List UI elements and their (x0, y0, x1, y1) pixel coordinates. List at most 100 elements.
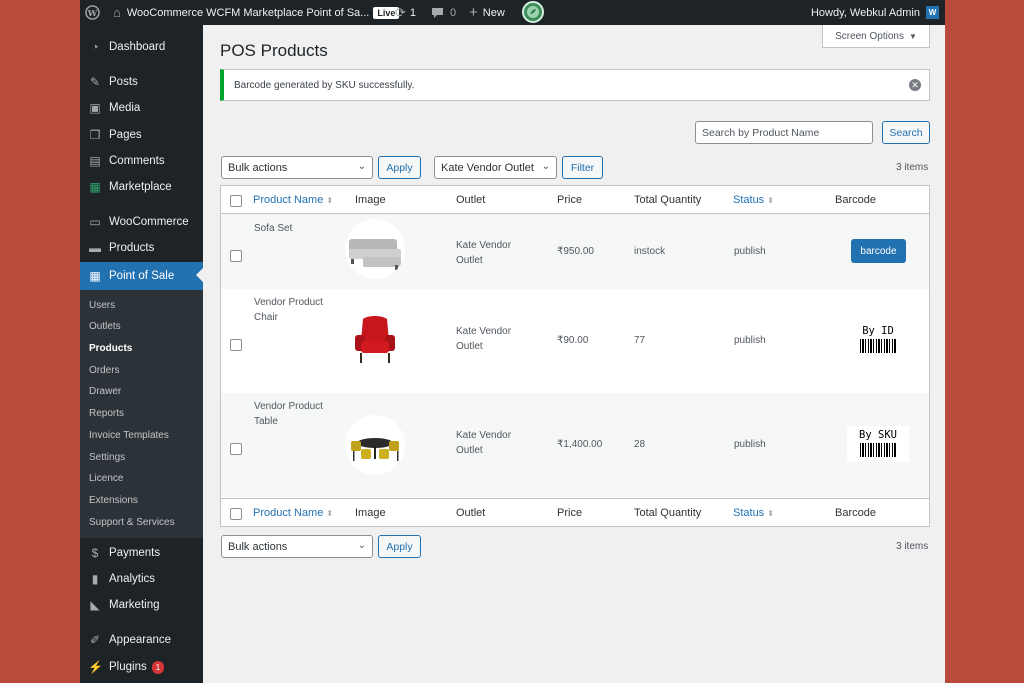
admin-sidebar: ◔ Dashboard ✎ Posts ▣ Media ❐ Pages ▤ Comment… (80, 25, 203, 683)
menu-analytics[interactable]: ▮ Analytics (80, 566, 203, 592)
pin-icon: ✎ (89, 75, 101, 89)
row-checkbox[interactable] (230, 250, 242, 262)
bulk-actions-select[interactable]: Bulk actions ⌄ (221, 156, 373, 179)
column-price: Price (557, 194, 583, 206)
outlet-name: Kate Vendor Outlet (456, 326, 512, 352)
product-price: ₹950.00 (557, 246, 594, 257)
product-status: publish (734, 335, 766, 346)
menu-marketplace[interactable]: ▦ Marketplace (80, 174, 203, 200)
menu-label: Payments (109, 547, 161, 559)
product-price: ₹90.00 (557, 335, 589, 346)
submenu-reports[interactable]: Reports (89, 408, 124, 419)
column-label: Product Name (253, 507, 324, 519)
menu-label: WooCommerce (109, 216, 189, 228)
comment-icon: ▤ (89, 154, 101, 168)
column-image: Image (355, 194, 386, 206)
new-content-link[interactable]: + New (469, 0, 505, 25)
row-checkbox[interactable] (230, 443, 242, 455)
filter-button[interactable]: Filter (562, 156, 603, 179)
product-status: publish (734, 246, 766, 257)
column-product-name[interactable]: Product Name ⬍ (253, 194, 333, 206)
menu-appearance[interactable]: ✐ Appearance (80, 627, 203, 653)
menu-label: Dashboard (109, 41, 166, 53)
menu-pages[interactable]: ❐ Pages (80, 122, 203, 148)
wordpress-logo-icon[interactable]: W (85, 0, 100, 25)
column-image: Image (355, 507, 386, 519)
submenu-extensions[interactable]: Extensions (89, 495, 138, 506)
column-outlet: Outlet (456, 507, 486, 519)
menu-media[interactable]: ▣ Media (80, 95, 203, 121)
table-row: Vendor Product Chair Kate Vendor Outlet … (221, 289, 929, 393)
product-quantity: 77 (634, 335, 646, 346)
column-outlet: Outlet (456, 194, 486, 206)
generate-barcode-button[interactable]: barcode (851, 239, 906, 263)
row-checkbox[interactable] (230, 339, 242, 351)
column-status[interactable]: Status ⬍ (733, 507, 774, 519)
woo-icon: ▭ (89, 215, 101, 229)
product-price: ₹1,400.00 (557, 439, 603, 450)
select-all-checkbox[interactable] (230, 195, 242, 207)
menu-payments[interactable]: $ Payments (80, 540, 203, 566)
select-all-checkbox[interactable] (230, 508, 242, 520)
table-row: Vendor Product Table Kate Vendor Outlet … (221, 393, 929, 497)
column-total-quantity: Total Quantity (634, 507, 702, 519)
menu-woocommerce[interactable]: ▭ WooCommerce (80, 209, 203, 235)
menu-point-of-sale[interactable]: ▦ Point of Sale (80, 262, 203, 290)
barcode-label: By SKU (859, 429, 897, 441)
search-input[interactable] (695, 121, 873, 144)
comment-icon (432, 7, 443, 18)
bulk-actions-select-bottom[interactable]: Bulk actions ⌄ (221, 535, 373, 558)
submenu-settings[interactable]: Settings (89, 452, 125, 463)
submenu-users[interactable]: Users (89, 300, 115, 311)
updates-link[interactable]: ⟳ 1 (395, 0, 416, 25)
my-account-link[interactable]: Howdy, Webkul Admin W (811, 0, 939, 25)
submenu-drawer[interactable]: Drawer (89, 386, 121, 397)
apply-button-top[interactable]: Apply (378, 156, 421, 179)
submenu-support[interactable]: Support & Services (89, 517, 175, 528)
barcode-image: By SKU (847, 426, 909, 462)
outlet-name: Kate Vendor Outlet (456, 240, 512, 266)
svg-text:W: W (87, 8, 98, 18)
column-status[interactable]: Status ⬍ (733, 194, 774, 206)
menu-posts[interactable]: ✎ Posts (80, 69, 203, 95)
sort-icon: ⬍ (767, 196, 774, 205)
menu-label: Point of Sale (109, 270, 175, 282)
comments-count: 0 (450, 6, 457, 19)
submenu-licence[interactable]: Licence (89, 473, 123, 484)
site-name-link[interactable]: ⌂ WooCommerce WCFM Marketplace Point of … (113, 0, 400, 25)
product-name[interactable]: Vendor Product Chair (254, 295, 334, 325)
menu-marketing[interactable]: ◣ Marketing (80, 592, 203, 618)
column-barcode: Barcode (835, 507, 876, 519)
plus-icon: + (469, 4, 478, 21)
submenu-invoice-templates[interactable]: Invoice Templates (89, 430, 169, 441)
site-avatar[interactable] (522, 1, 544, 23)
apply-button-bottom[interactable]: Apply (378, 535, 421, 558)
table-row: Sofa Set Kate Vendor Outlet ₹950.00 inst… (221, 214, 929, 289)
comments-link[interactable]: 0 (431, 0, 456, 25)
submenu-products[interactable]: Products (89, 343, 132, 354)
bulk-actions-value: Bulk actions (228, 161, 288, 174)
chevron-down-icon: ⌄ (357, 540, 366, 551)
menu-products[interactable]: ▬ Products (80, 235, 203, 261)
product-quantity: instock (634, 246, 666, 257)
close-icon[interactable]: ✕ (909, 79, 921, 91)
calculator-icon: ▦ (89, 269, 101, 283)
product-name[interactable]: Vendor Product Table (254, 399, 334, 429)
menu-plugins[interactable]: ⚡ Plugins 1 (80, 654, 203, 680)
column-price: Price (557, 507, 583, 519)
submenu-outlets[interactable]: Outlets (89, 321, 121, 332)
submenu-orders[interactable]: Orders (89, 365, 120, 376)
product-status: publish (734, 439, 766, 450)
menu-label: Marketplace (109, 181, 172, 193)
product-name[interactable]: Sofa Set (254, 221, 339, 236)
barcode-bars-icon (860, 339, 896, 353)
product-quantity: 28 (634, 439, 646, 450)
outlet-select[interactable]: Kate Vendor Outlet ⌄ (434, 156, 557, 179)
brush-icon: ✐ (89, 633, 101, 647)
search-button[interactable]: Search (882, 121, 930, 144)
menu-comments[interactable]: ▤ Comments (80, 148, 203, 174)
menu-dashboard[interactable]: ◔ Dashboard (80, 34, 203, 60)
screen-options-button[interactable]: Screen Options ▼ (822, 25, 930, 48)
new-label: New (482, 6, 505, 19)
column-product-name[interactable]: Product Name ⬍ (253, 507, 333, 519)
